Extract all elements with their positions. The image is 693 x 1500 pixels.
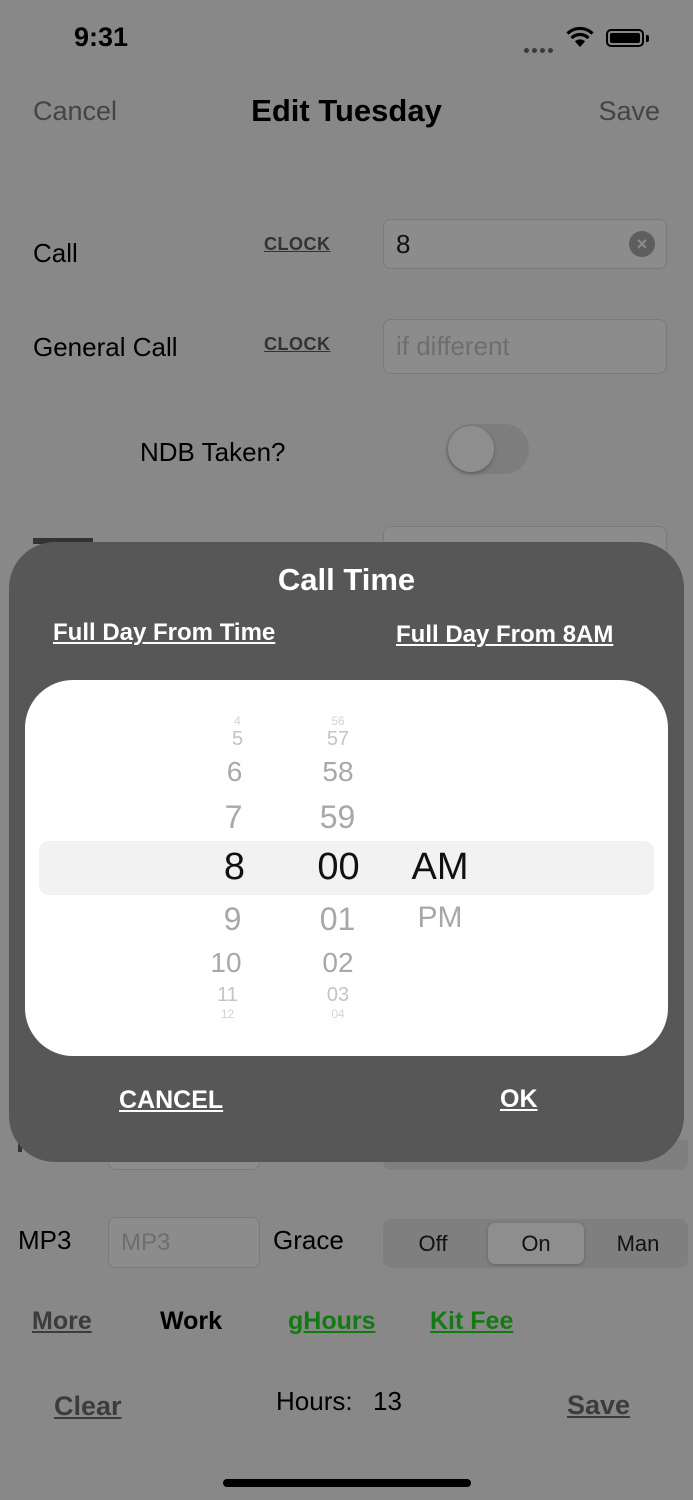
status-time: 9:31 bbox=[74, 22, 129, 52]
minute-option[interactable]: 58 bbox=[313, 756, 363, 788]
home-indicator bbox=[223, 1479, 471, 1487]
full-day-from-time-link[interactable]: Full Day From Time bbox=[53, 619, 275, 647]
dialog-cancel-button[interactable]: CANCEL bbox=[119, 1086, 223, 1115]
general-call-input[interactable]: if different bbox=[383, 319, 667, 374]
hour-option[interactable]: 11 bbox=[205, 984, 250, 1007]
minute-selected[interactable]: 00 bbox=[310, 846, 367, 889]
battery-tip bbox=[646, 35, 649, 42]
cellular-signal-icon bbox=[524, 40, 556, 58]
general-call-label: General Call bbox=[33, 332, 178, 362]
clear-button[interactable]: Clear bbox=[54, 1391, 122, 1422]
minute-option[interactable]: 03 bbox=[313, 984, 363, 1007]
battery-icon bbox=[606, 29, 644, 47]
toggle-knob bbox=[448, 426, 494, 472]
hours-value: 13 bbox=[373, 1386, 402, 1416]
ghours-link[interactable]: gHours bbox=[288, 1307, 376, 1336]
mp3-input[interactable]: MP3 bbox=[108, 1217, 260, 1268]
ampm-selected[interactable]: AM bbox=[408, 846, 472, 889]
nav-save-button[interactable]: Save bbox=[598, 96, 660, 127]
hour-option[interactable]: 6 bbox=[212, 756, 257, 788]
minute-option[interactable]: 57 bbox=[313, 728, 363, 751]
hour-option[interactable]: 7 bbox=[211, 799, 256, 836]
ampm-option[interactable]: PM bbox=[410, 901, 470, 935]
call-label: Call bbox=[33, 238, 78, 268]
grace-option-off[interactable]: Off bbox=[385, 1223, 481, 1264]
call-input[interactable]: 8 bbox=[383, 219, 667, 269]
hour-option[interactable]: 12 bbox=[205, 1007, 250, 1021]
hour-selected[interactable]: 8 bbox=[212, 846, 257, 889]
ndb-label: NDB Taken? bbox=[140, 437, 286, 467]
minute-option[interactable]: 02 bbox=[313, 947, 363, 979]
grace-segmented-control[interactable]: Off On Man bbox=[383, 1219, 688, 1268]
kit-fee-link[interactable]: Kit Fee bbox=[430, 1307, 513, 1336]
hours-label: Hours: bbox=[276, 1386, 353, 1416]
time-picker[interactable]: 4 5 6 7 8 9 10 11 12 56 57 58 59 00 01 0… bbox=[25, 680, 668, 1056]
grace-option-on[interactable]: On bbox=[488, 1223, 584, 1264]
call-input-value: 8 bbox=[396, 228, 411, 259]
dialog-ok-button[interactable]: OK bbox=[500, 1085, 538, 1114]
minute-option[interactable]: 01 bbox=[310, 901, 365, 938]
minute-option[interactable]: 59 bbox=[310, 799, 365, 836]
general-call-placeholder: if different bbox=[396, 331, 510, 361]
mp3-label: MP3 bbox=[18, 1225, 72, 1255]
minute-option[interactable]: 04 bbox=[313, 1007, 363, 1021]
grace-label: Grace bbox=[273, 1225, 344, 1255]
hour-option[interactable]: 4 bbox=[215, 714, 260, 728]
ndb-toggle[interactable] bbox=[446, 424, 529, 474]
dialog-title: Call Time bbox=[277, 562, 416, 597]
full-day-from-8am-link[interactable]: Full Day From 8AM bbox=[396, 621, 613, 649]
more-link[interactable]: More bbox=[32, 1307, 92, 1336]
minute-option[interactable]: 56 bbox=[313, 714, 363, 728]
clear-text-icon[interactable]: × bbox=[629, 231, 655, 257]
call-clock-link[interactable]: CLOCK bbox=[264, 234, 331, 255]
hour-option[interactable]: 10 bbox=[201, 947, 251, 979]
wifi-icon bbox=[565, 26, 595, 53]
mp3-placeholder: MP3 bbox=[121, 1228, 171, 1256]
footer-save-button[interactable]: Save bbox=[567, 1390, 630, 1421]
general-call-clock-link[interactable]: CLOCK bbox=[264, 334, 331, 355]
hour-option[interactable]: 5 bbox=[215, 728, 260, 751]
work-tab[interactable]: Work bbox=[160, 1307, 222, 1336]
grace-option-man[interactable]: Man bbox=[590, 1223, 686, 1264]
page-title: Edit Tuesday bbox=[251, 93, 442, 128]
hour-option[interactable]: 9 bbox=[210, 901, 255, 938]
